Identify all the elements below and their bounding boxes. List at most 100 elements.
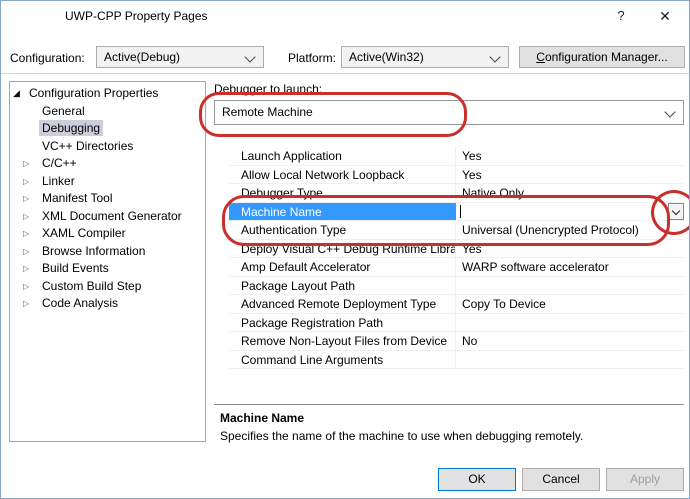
tree-collapsed-icon[interactable]: ▷ xyxy=(23,260,29,278)
help-icon: ? xyxy=(617,8,624,23)
tree-item-label: Browse Information xyxy=(39,243,148,259)
property-name: Machine Name xyxy=(229,203,456,221)
tree-item-label: Linker xyxy=(39,173,78,189)
property-value-text: Universal (Unencrypted Protocol) xyxy=(462,223,639,237)
tree-collapsed-icon[interactable]: ▷ xyxy=(23,208,29,226)
property-value[interactable]: Native Only xyxy=(456,184,684,202)
property-row-machine-name[interactable]: Machine Name xyxy=(229,203,684,222)
property-value[interactable]: Yes xyxy=(456,240,684,258)
tree-collapsed-icon[interactable]: ▷ xyxy=(23,278,29,296)
property-value[interactable] xyxy=(456,203,684,221)
ok-button[interactable]: OK xyxy=(438,468,516,491)
property-row-authentication-type[interactable]: Authentication Type Universal (Unencrypte… xyxy=(229,221,684,240)
apply-button[interactable]: Apply xyxy=(606,468,684,491)
property-row-package-registration-path[interactable]: Package Registration Path xyxy=(229,314,684,333)
tree-expanded-icon[interactable]: ◢ xyxy=(13,85,20,103)
tree-item-linker[interactable]: ▷ Linker xyxy=(10,173,205,191)
chevron-down-icon xyxy=(244,51,255,62)
tree-item-label: Custom Build Step xyxy=(39,278,144,294)
tree-item-label: Manifest Tool xyxy=(39,190,115,206)
tree-item-build-events[interactable]: ▷Build Events xyxy=(10,260,205,278)
configuration-dropdown-value: Active(Debug) xyxy=(104,50,180,64)
debugger-to-launch-label: Debugger to launch: xyxy=(214,82,322,96)
property-value[interactable]: Yes xyxy=(456,147,684,165)
tree-item-label: Debugging xyxy=(39,120,103,136)
close-icon: ✕ xyxy=(659,8,671,24)
chevron-down-icon xyxy=(489,51,500,62)
property-value[interactable]: Copy To Device xyxy=(456,295,684,313)
tree-item-custom-build-step[interactable]: ▷ Custom Build Step xyxy=(10,278,205,296)
property-row-advanced-remote-deployment-type[interactable]: Advanced Remote Deployment Type Copy To D… xyxy=(229,295,684,314)
platform-dropdown-value: Active(Win32) xyxy=(349,50,424,64)
property-name: Authentication Type xyxy=(229,221,456,239)
property-name: Allow Local Network Loopback xyxy=(229,166,456,184)
property-row-command-line-arguments[interactable]: Command Line Arguments xyxy=(229,351,684,370)
tree-item-general[interactable]: General xyxy=(10,103,205,121)
config-tree: ◢Configuration PropertiesGeneralDebuggin… xyxy=(9,81,206,442)
configuration-label: Configuration: xyxy=(10,51,85,65)
close-button[interactable]: ✕ xyxy=(645,1,685,31)
property-value[interactable] xyxy=(456,314,684,332)
config-bar-divider xyxy=(1,73,690,74)
property-row-debugger-type[interactable]: Debugger Type Native Only xyxy=(229,184,684,203)
debugger-dropdown-value: Remote Machine xyxy=(222,105,313,119)
tree-item-label: C/C++ xyxy=(39,155,80,171)
property-name: Debugger Type xyxy=(229,184,456,202)
tree-item-label: General xyxy=(39,103,88,119)
tree-item-label: XML Document Generator xyxy=(39,208,185,224)
property-value-text: Native Only xyxy=(462,186,524,200)
property-name: Launch Application xyxy=(229,147,456,165)
tree-item-label: XAML Compiler xyxy=(39,225,129,241)
tree-item-configuration-properties[interactable]: ◢Configuration Properties xyxy=(10,85,205,103)
platform-dropdown[interactable]: Active(Win32) xyxy=(341,46,509,68)
tree-item-xml-document-generator[interactable]: ▷ XML Document Generator xyxy=(10,208,205,226)
tree-item-label: Code Analysis xyxy=(39,295,121,311)
tree-item-c-c[interactable]: ▷ C/C++ xyxy=(10,155,205,173)
property-value-text: Yes xyxy=(462,149,482,163)
property-value[interactable] xyxy=(456,351,684,369)
property-value[interactable] xyxy=(456,277,684,295)
property-name: Deploy Visual C++ Debug Runtime Librarie xyxy=(229,240,456,258)
property-grid: Launch ApplicationYesAllow Local Network… xyxy=(229,147,684,369)
configuration-dropdown[interactable]: Active(Debug) xyxy=(96,46,264,68)
property-value-text: WARP software accelerator xyxy=(462,260,609,274)
chevron-down-icon xyxy=(672,206,680,214)
property-row-deploy-visual-c-debug-runtime-librarie[interactable]: Deploy Visual C++ Debug Runtime Librarie… xyxy=(229,240,684,259)
tree-item-browse-information[interactable]: ▷ Browse Information xyxy=(10,243,205,261)
tree-collapsed-icon[interactable]: ▷ xyxy=(23,155,29,173)
tree-item-vc-directories[interactable]: VC++ Directories xyxy=(10,138,205,156)
machine-name-dropdown-button[interactable] xyxy=(668,203,684,220)
tree-collapsed-icon[interactable]: ▷ xyxy=(23,190,29,208)
property-value[interactable]: Universal (Unencrypted Protocol) xyxy=(456,221,684,239)
cancel-button[interactable]: Cancel xyxy=(522,468,600,491)
property-name: Package Registration Path xyxy=(229,314,456,332)
property-row-remove-non-layout-files-from-device[interactable]: Remove Non-Layout Files from Device No xyxy=(229,332,684,351)
property-value-text: No xyxy=(462,334,477,348)
tree-collapsed-icon[interactable]: ▷ xyxy=(23,173,29,191)
property-name: Remove Non-Layout Files from Device xyxy=(229,332,456,350)
tree-collapsed-icon[interactable]: ▷ xyxy=(23,295,29,313)
property-value[interactable]: No xyxy=(456,332,684,350)
property-row-amp-default-accelerator[interactable]: Amp Default Accelerator WARP software acc… xyxy=(229,258,684,277)
property-value[interactable]: Yes xyxy=(456,166,684,184)
property-row-launch-application[interactable]: Launch Application Yes xyxy=(229,147,684,166)
debugger-dropdown[interactable]: Remote Machine xyxy=(214,100,684,125)
property-name: Amp Default Accelerator xyxy=(229,258,456,276)
property-value[interactable]: WARP software accelerator xyxy=(456,258,684,276)
configuration-manager-button[interactable]: Configuration Manager... xyxy=(519,46,685,68)
tree-item-xaml-compiler[interactable]: ▷ XAML Compiler xyxy=(10,225,205,243)
property-value-text: Copy To Device xyxy=(462,297,546,311)
description-divider xyxy=(214,404,684,405)
tree-item-debugging[interactable]: Debugging xyxy=(10,120,205,138)
help-button[interactable]: ? xyxy=(605,1,637,31)
property-name: Package Layout Path xyxy=(229,277,456,295)
tree-item-code-analysis[interactable]: ▷ Code Analysis xyxy=(10,295,205,313)
tree-collapsed-icon[interactable]: ▷ xyxy=(23,225,29,243)
chevron-down-icon xyxy=(664,106,675,117)
property-row-allow-local-network-loopback[interactable]: Allow Local Network LoopbackYes xyxy=(229,166,684,185)
tree-collapsed-icon[interactable]: ▷ xyxy=(23,243,29,261)
tree-item-manifest-tool[interactable]: ▷ Manifest Tool xyxy=(10,190,205,208)
property-row-package-layout-path[interactable]: Package Layout Path xyxy=(229,277,684,296)
property-value-text: Yes xyxy=(462,242,482,256)
property-name: Advanced Remote Deployment Type xyxy=(229,295,456,313)
